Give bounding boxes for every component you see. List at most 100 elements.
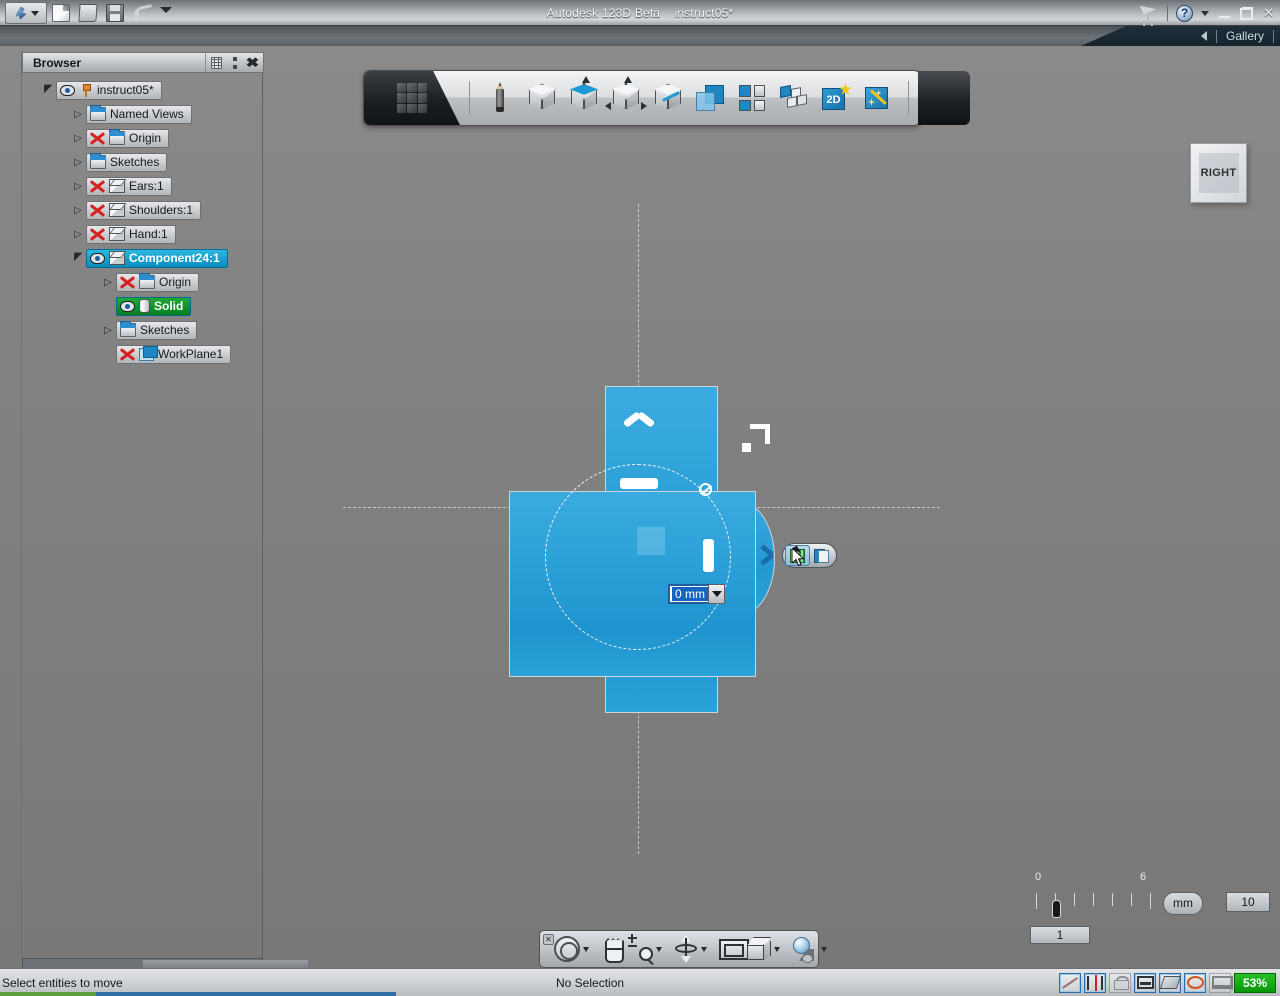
tree-item-hand-1[interactable]: Hand:1 bbox=[22, 222, 262, 246]
chevron-up-icon[interactable] bbox=[623, 412, 655, 432]
expander-closed-icon[interactable] bbox=[70, 157, 86, 168]
corner-resize-gizmo[interactable] bbox=[742, 424, 770, 452]
tree-item-chip[interactable]: Sketches bbox=[86, 152, 168, 172]
scale-slider-handle[interactable] bbox=[1052, 900, 1061, 918]
horizontal-scrollbar[interactable] bbox=[22, 958, 308, 968]
view-cube-tool[interactable] bbox=[747, 937, 780, 961]
orbit-tool[interactable] bbox=[554, 936, 589, 962]
square-handle-icon[interactable] bbox=[637, 527, 665, 555]
gallery-label[interactable]: Gallery bbox=[1226, 29, 1264, 43]
tree-item-chip[interactable]: Sketches bbox=[116, 320, 198, 340]
fit-view-tool[interactable] bbox=[719, 938, 749, 960]
tree-item-origin[interactable]: Origin bbox=[22, 270, 262, 294]
dash-handle-icon[interactable] bbox=[620, 478, 658, 489]
tree-item-chip[interactable]: Shoulders:1 bbox=[86, 200, 202, 220]
combine-tool[interactable] bbox=[690, 78, 730, 118]
tree-item-chip[interactable]: Origin bbox=[86, 128, 170, 148]
restore-button[interactable] bbox=[1240, 6, 1254, 20]
expander-closed-icon[interactable] bbox=[70, 205, 86, 216]
manipulator-mini-toolbar[interactable] bbox=[782, 543, 837, 568]
expander-open-icon[interactable] bbox=[70, 252, 86, 265]
dimension-value[interactable]: 0 mm bbox=[672, 587, 708, 601]
grid-toggle[interactable] bbox=[1134, 972, 1156, 993]
direction-chevron-icon[interactable] bbox=[760, 541, 780, 569]
eye-icon[interactable] bbox=[120, 300, 135, 312]
collapse-left-icon[interactable] bbox=[1200, 31, 1207, 41]
chevron-down-icon[interactable] bbox=[821, 946, 827, 952]
eye-icon[interactable] bbox=[60, 84, 75, 96]
eye-icon[interactable] bbox=[90, 252, 105, 264]
orbit-toggle[interactable] bbox=[1184, 972, 1206, 993]
tree-item-instruct05[interactable]: instruct05* bbox=[22, 78, 262, 102]
satellite-dish-icon[interactable] bbox=[1139, 4, 1159, 22]
chevron-down-icon[interactable] bbox=[774, 946, 780, 952]
gallery-group[interactable]: Gallery bbox=[1200, 26, 1274, 46]
minimize-button[interactable] bbox=[1217, 9, 1232, 18]
expander-closed-icon[interactable] bbox=[70, 181, 86, 192]
scale-value-field[interactable]: 1 bbox=[1030, 926, 1090, 944]
expander-closed-icon[interactable] bbox=[100, 325, 116, 336]
tree-item-chip[interactable]: WorkPlane1 bbox=[116, 344, 232, 364]
navbar-close-button[interactable]: ✕ bbox=[543, 934, 554, 945]
browser-dots-button[interactable] bbox=[226, 54, 243, 71]
red-x-icon[interactable] bbox=[120, 348, 135, 361]
scrollbar-thumb[interactable] bbox=[143, 960, 308, 968]
circle-slash-icon[interactable] bbox=[699, 483, 712, 496]
tree-item-ears-1[interactable]: Ears:1 bbox=[22, 174, 262, 198]
red-x-icon[interactable] bbox=[90, 228, 105, 241]
red-x-icon[interactable] bbox=[90, 180, 105, 193]
red-x-icon[interactable] bbox=[90, 204, 105, 217]
modify-tool[interactable] bbox=[648, 78, 688, 118]
tree-item-solid[interactable]: Solid bbox=[22, 294, 262, 318]
expander-open-icon[interactable] bbox=[40, 84, 56, 97]
sketch-tool[interactable] bbox=[480, 78, 520, 118]
scale-max-field[interactable]: 10 bbox=[1226, 892, 1270, 912]
browser-tree[interactable]: instruct05* Named Views Origin Sketches Ears… bbox=[22, 78, 262, 366]
tree-item-sketches[interactable]: Sketches bbox=[22, 318, 262, 342]
scale-widget[interactable]: 0 6 1 mm 10 bbox=[1030, 868, 1270, 944]
sketch2d-tool[interactable]: 2D bbox=[816, 78, 856, 118]
navbar-expand-button[interactable] bbox=[802, 954, 813, 963]
tree-item-chip[interactable]: Component24:1 bbox=[86, 248, 228, 268]
expander-closed-icon[interactable] bbox=[70, 133, 86, 144]
tree-item-named-views[interactable]: Named Views bbox=[22, 102, 262, 126]
dimension-dropdown-button[interactable] bbox=[708, 584, 725, 604]
pan-tool[interactable] bbox=[601, 937, 625, 963]
scale-unit-button[interactable]: mm bbox=[1163, 892, 1203, 915]
help-dropdown-icon[interactable] bbox=[1201, 10, 1210, 16]
view-cube-face[interactable]: RIGHT bbox=[1198, 153, 1239, 193]
display-toggle[interactable] bbox=[1209, 972, 1233, 993]
chevron-down-icon[interactable] bbox=[583, 946, 589, 952]
group-tool[interactable] bbox=[774, 78, 814, 118]
zoom-tool[interactable] bbox=[627, 934, 662, 966]
pivot-tool[interactable] bbox=[674, 935, 707, 963]
primitives-tool[interactable] bbox=[522, 78, 562, 118]
tree-item-chip[interactable]: instruct05* bbox=[56, 80, 162, 100]
view-cube[interactable]: RIGHT bbox=[1190, 143, 1247, 203]
pin-icon[interactable] bbox=[79, 83, 93, 97]
copy-manipulator-button[interactable] bbox=[810, 545, 834, 566]
viewport-canvas[interactable]: 0 mm Browser ✖ ◢ instruct05* ▷ Named Vie… bbox=[0, 46, 1280, 968]
tree-item-chip[interactable]: Solid bbox=[116, 296, 192, 316]
expander-closed-icon[interactable] bbox=[70, 229, 86, 240]
tree-item-chip[interactable]: Ears:1 bbox=[86, 176, 172, 196]
tree-item-chip[interactable]: Origin bbox=[116, 272, 200, 292]
chevron-down-icon[interactable] bbox=[701, 946, 707, 952]
tree-item-sketches[interactable]: Sketches bbox=[22, 150, 262, 174]
expander-closed-icon[interactable] bbox=[70, 109, 86, 120]
extrude-tool[interactable] bbox=[564, 76, 604, 118]
plane-toggle[interactable] bbox=[1159, 972, 1181, 993]
toolbar-brand-cap[interactable] bbox=[364, 71, 460, 125]
chevron-down-icon[interactable] bbox=[656, 946, 662, 952]
tree-item-chip[interactable]: Named Views bbox=[86, 104, 192, 124]
help-icon[interactable]: ? bbox=[1176, 4, 1194, 22]
close-button[interactable]: ✕ bbox=[1261, 5, 1276, 21]
red-x-icon[interactable] bbox=[90, 132, 105, 145]
tree-item-origin[interactable]: Origin bbox=[22, 126, 262, 150]
tree-item-shoulders-1[interactable]: Shoulders:1 bbox=[22, 198, 262, 222]
pattern-tool[interactable] bbox=[732, 78, 772, 118]
lock-toggle[interactable] bbox=[1109, 972, 1131, 993]
smart-tool[interactable] bbox=[858, 78, 898, 118]
sketch-line-toggle[interactable] bbox=[1059, 972, 1081, 993]
tree-item-component24-1[interactable]: Component24:1 bbox=[22, 246, 262, 270]
